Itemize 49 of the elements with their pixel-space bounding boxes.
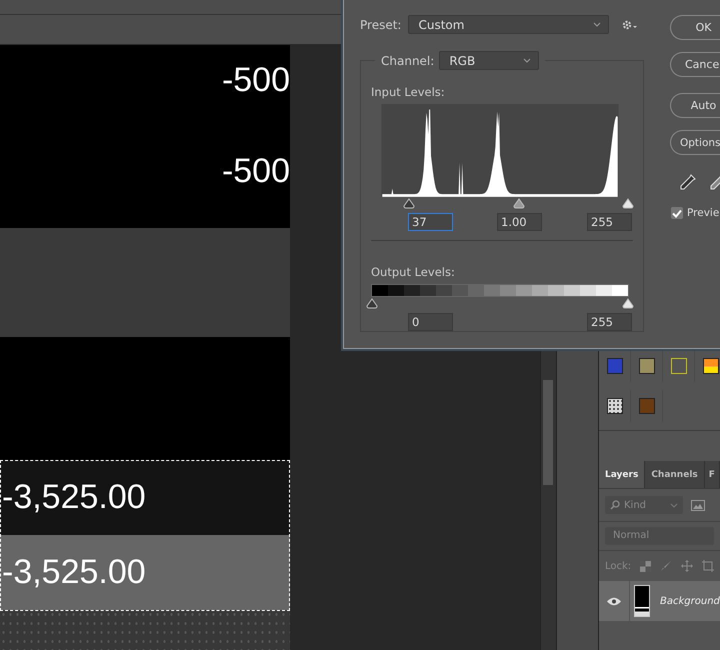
style-swatch-icon[interactable]: [606, 398, 622, 414]
scrollbar-thumb[interactable]: [543, 380, 553, 485]
caret-icon: [523, 58, 532, 63]
eyedropper-icon[interactable]: [679, 173, 697, 191]
input-levels-label: Input Levels:: [371, 85, 446, 99]
style-swatch-icon[interactable]: [606, 358, 622, 374]
style-swatch-icon[interactable]: [638, 398, 654, 414]
dialog-button[interactable]: Auto: [670, 93, 720, 118]
preview-checkbox[interactable]: [671, 207, 683, 219]
caret-icon: [670, 502, 678, 508]
filter-dropdown[interactable]: Kind: [605, 496, 683, 514]
slider-handle[interactable]: [403, 198, 416, 209]
eye-icon[interactable]: [607, 596, 621, 606]
channel-dropdown[interactable]: RGB: [439, 51, 540, 70]
preview-label: Previe: [687, 207, 720, 219]
checker-icon[interactable]: [640, 560, 652, 572]
preset-label: Preset:: [360, 18, 402, 32]
layer-row[interactable]: Background: [599, 581, 720, 621]
preset-dropdown[interactable]: Custom: [408, 15, 610, 34]
input-level-field[interactable]: 1.00: [497, 212, 542, 231]
output-level-field[interactable]: 255: [587, 312, 632, 331]
filter-field[interactable]: Kind: [624, 500, 666, 510]
caret-icon: [593, 22, 602, 27]
dialog-button[interactable]: OK: [670, 15, 720, 40]
gear-icon[interactable]: [622, 20, 638, 30]
image-filter-icon[interactable]: [691, 500, 705, 510]
slider-handle[interactable]: [622, 198, 634, 209]
style-swatch-icon[interactable]: [638, 358, 654, 374]
dialog-button[interactable]: Cance: [670, 52, 720, 77]
slider-handle[interactable]: [512, 198, 525, 209]
input-level-field[interactable]: 255: [587, 212, 632, 231]
slider-handle[interactable]: [622, 298, 634, 309]
canvas-number: -3,525.00: [2, 553, 147, 592]
layer-name: Background: [660, 596, 720, 606]
canvas-number: -500: [220, 152, 290, 191]
panel-tab[interactable]: F: [704, 461, 720, 488]
dialog-button[interactable]: Options: [670, 130, 720, 155]
panel-tab[interactable]: Channels: [645, 461, 705, 488]
channel-label: Channel:: [381, 54, 434, 68]
canvas-number: -3,525.00: [2, 478, 147, 517]
output-level-field[interactable]: 0: [408, 312, 453, 331]
slider-handle[interactable]: [366, 298, 378, 309]
style-swatch-icon[interactable]: [702, 358, 718, 374]
output-levels-label: Output Levels:: [371, 264, 456, 279]
search-icon: [610, 500, 620, 510]
input-level-field[interactable]: 37: [408, 212, 453, 231]
style-swatch-icon[interactable]: [670, 358, 686, 374]
layer-thumbnail: [634, 585, 650, 617]
canvas-number: -500: [220, 60, 290, 100]
